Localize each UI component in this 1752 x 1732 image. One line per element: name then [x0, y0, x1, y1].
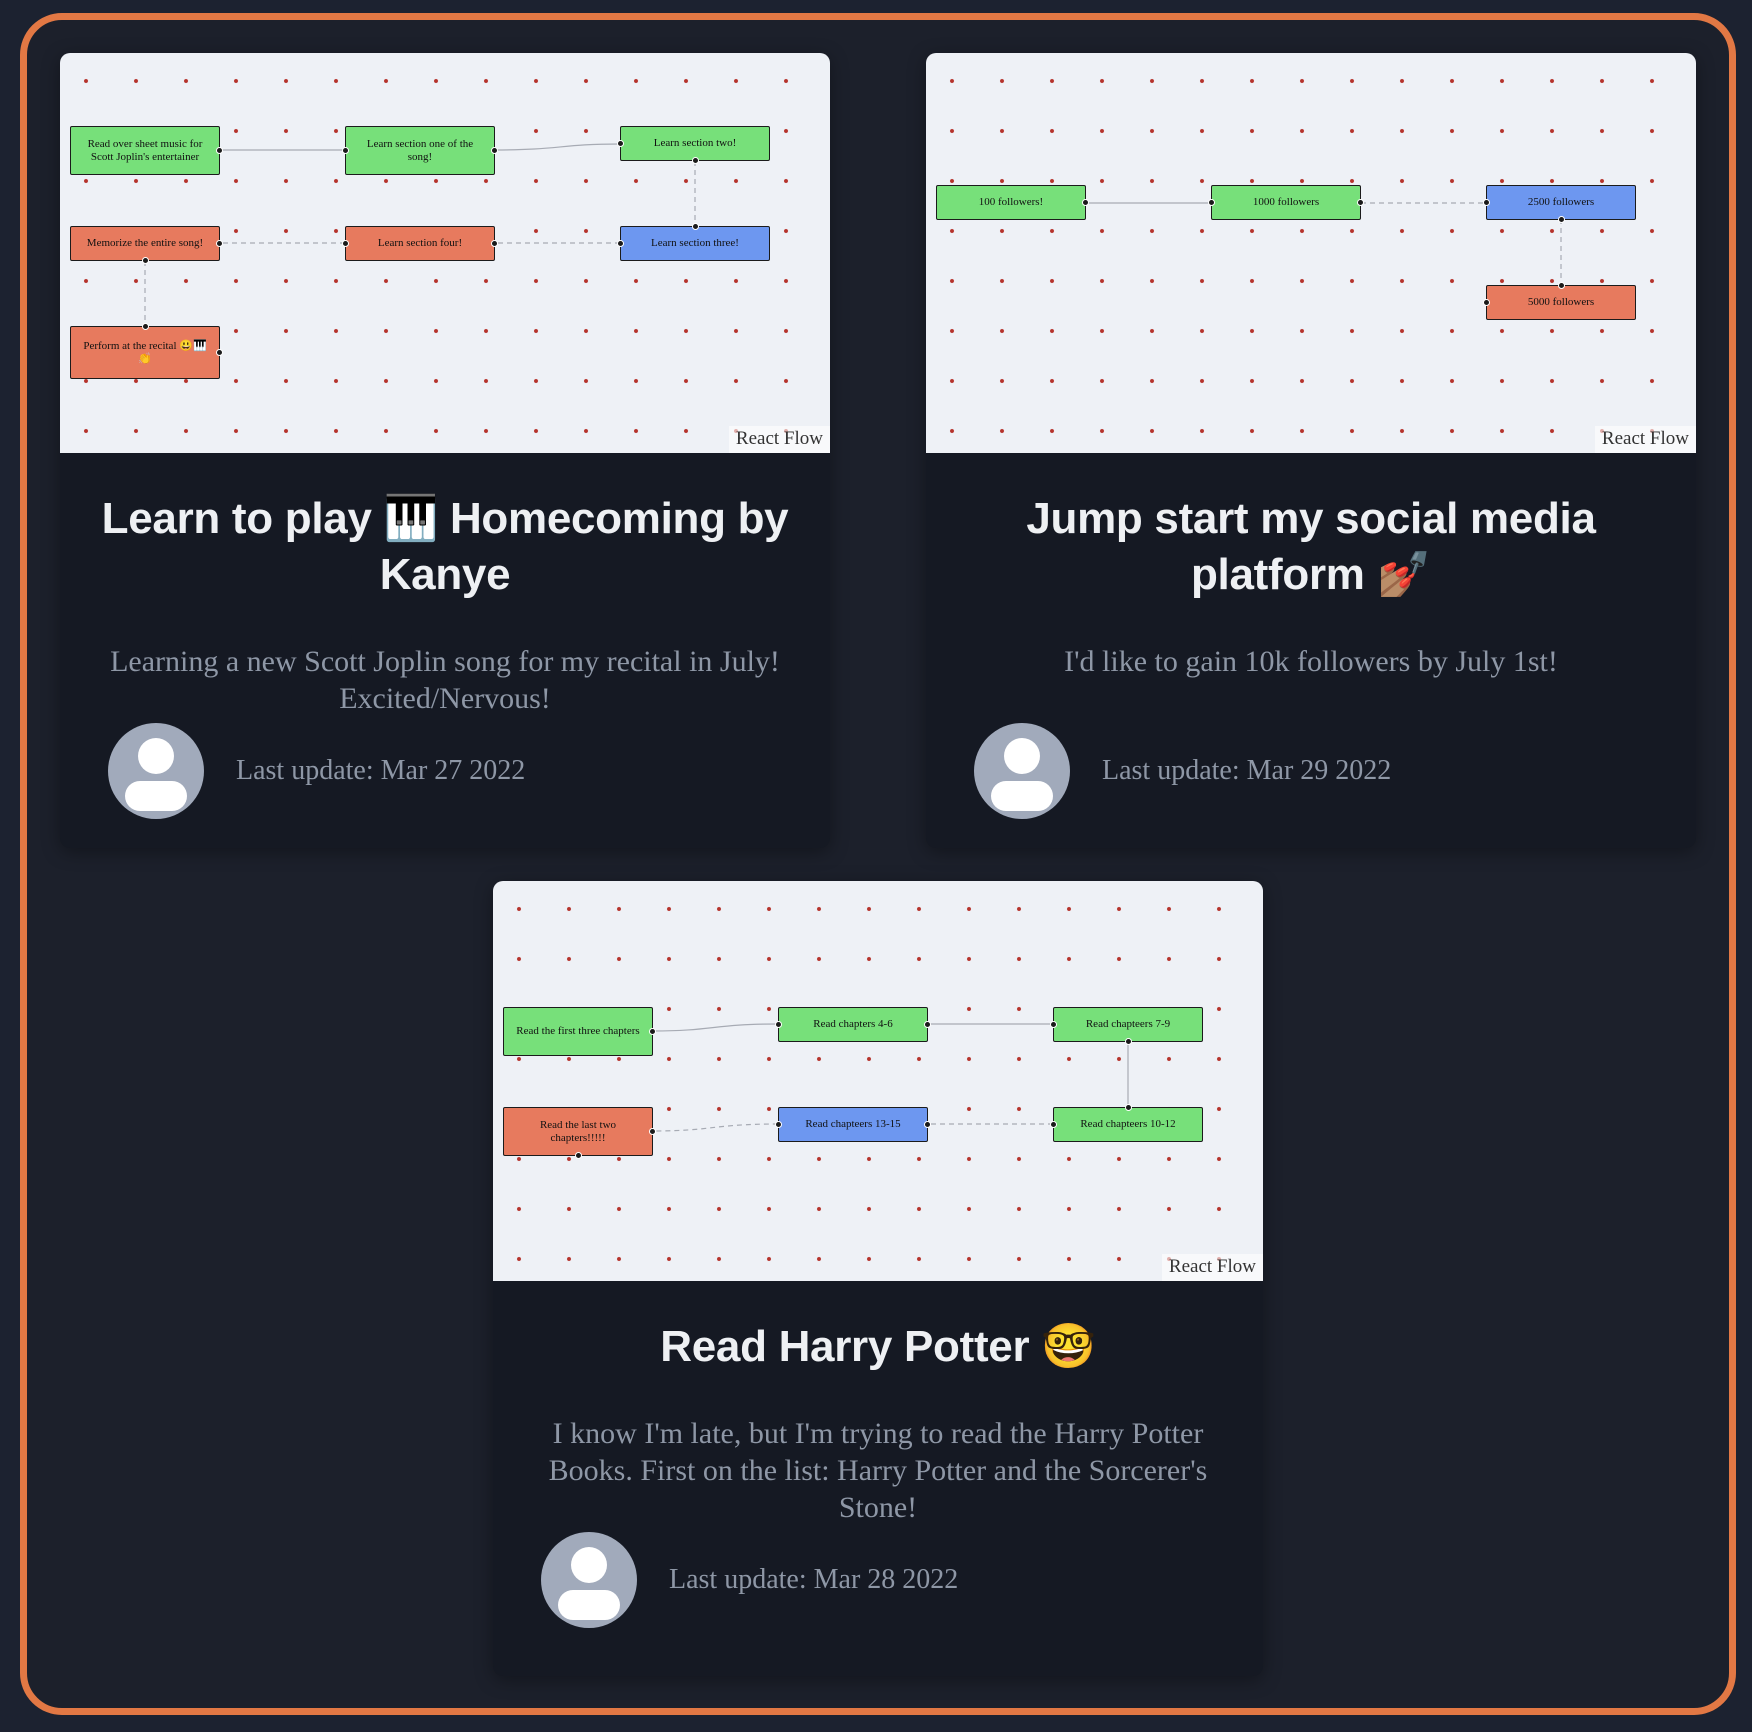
flow-node[interactable]: Learn section two!	[617, 126, 770, 164]
goal-card[interactable]: 100 followers! 1000 followers 2500 follo…	[926, 53, 1696, 848]
goal-card[interactable]: Read over sheet music for Scott Joplin's…	[60, 53, 830, 848]
node-handle[interactable]	[491, 147, 498, 154]
node-handle[interactable]	[1050, 1121, 1057, 1128]
react-flow-attribution[interactable]: React Flow	[1161, 1254, 1263, 1281]
flow-node-label: Read chapters 4-6	[813, 1018, 893, 1030]
last-update: Last update: Mar 27 2022	[236, 755, 526, 786]
flow-node[interactable]: Learn section one of the song!	[342, 126, 498, 175]
flow-node-label: Learn section two!	[653, 137, 737, 149]
flow-node[interactable]: Learn section four!	[342, 226, 498, 261]
node-handle[interactable]	[142, 323, 149, 330]
flow-canvas[interactable]: Read the first three chapters Read chapt…	[493, 881, 1263, 1281]
flow-node[interactable]: Learn section three!	[617, 223, 770, 261]
node-handle[interactable]	[575, 1152, 582, 1159]
node-handle[interactable]	[775, 1021, 782, 1028]
flow-canvas[interactable]: 100 followers! 1000 followers 2500 follo…	[926, 53, 1696, 453]
flow-node[interactable]: Read the last two chapters!!!!!	[503, 1107, 656, 1159]
goal-card[interactable]: Read the first three chapters Read chapt…	[493, 881, 1263, 1676]
node-handle[interactable]	[1125, 1038, 1132, 1045]
flow-edges	[1086, 202, 1562, 286]
node-handle[interactable]	[617, 140, 624, 147]
node-handle[interactable]	[617, 240, 624, 247]
node-handle[interactable]	[692, 157, 699, 164]
flow-node-label: Learn section three!	[651, 237, 739, 249]
flow-node-label: Read chapteers 7-9	[1085, 1018, 1171, 1030]
flow-node-label: Learn section four!	[377, 237, 463, 249]
node-handle[interactable]	[924, 1021, 931, 1028]
flow-node[interactable]: Read the first three chapters	[503, 1007, 656, 1056]
node-handle[interactable]	[1483, 199, 1490, 206]
card-footer: Last update: Mar 29 2022	[966, 723, 1656, 819]
flow-edges	[652, 1023, 1129, 1132]
flow-edge	[652, 1023, 779, 1032]
flow-node-label: 1000 followers	[1252, 196, 1320, 208]
flow-node-label: Read chapteers 10-12	[1080, 1118, 1176, 1130]
flow-node[interactable]: Read chapteers 13-15	[775, 1107, 931, 1142]
node-handle[interactable]	[1558, 216, 1565, 223]
flow-node[interactable]: Read chapters 4-6	[775, 1007, 931, 1042]
node-handle[interactable]	[216, 349, 223, 356]
flow-node[interactable]: 100 followers!	[936, 185, 1089, 220]
user-icon	[571, 1547, 607, 1583]
flow-node[interactable]: Memorize the entire song!	[70, 226, 223, 264]
node-handle[interactable]	[649, 1128, 656, 1135]
card-footer: Last update: Mar 27 2022	[100, 723, 790, 819]
node-handle[interactable]	[216, 147, 223, 154]
last-update: Last update: Mar 29 2022	[1102, 755, 1392, 786]
flow-node-label: Memorize the entire song!	[86, 237, 204, 249]
card-description: Learning a new Scott Joplin song for my …	[110, 645, 780, 715]
flow-node[interactable]: Perform at the recital 😃🎹👏	[70, 323, 223, 379]
avatar[interactable]	[108, 723, 204, 819]
node-handle[interactable]	[1125, 1104, 1132, 1111]
flow-canvas[interactable]: Read over sheet music for Scott Joplin's…	[60, 53, 830, 453]
flow-node[interactable]: Read chapteers 10-12	[1050, 1104, 1203, 1142]
flow-node[interactable]: Read over sheet music for Scott Joplin's…	[70, 126, 223, 175]
flow-node-label: 2500 followers	[1527, 196, 1595, 208]
node-handle[interactable]	[692, 223, 699, 230]
node-handle[interactable]	[775, 1121, 782, 1128]
node-handle[interactable]	[1483, 299, 1490, 306]
node-handle[interactable]	[649, 1028, 656, 1035]
flow-node-label: Read the last two chapters!!!!!	[539, 1118, 617, 1144]
node-handle[interactable]	[342, 147, 349, 154]
node-handle[interactable]	[142, 257, 149, 264]
react-flow-attribution[interactable]: React Flow	[728, 426, 830, 453]
card-footer: Last update: Mar 28 2022	[533, 1532, 1223, 1628]
card-title: Jump start my social media platform 💅🏽	[1026, 494, 1596, 599]
node-handle[interactable]	[924, 1121, 931, 1128]
card-description: I know I'm late, but I'm trying to read …	[548, 1417, 1208, 1524]
react-flow-attribution[interactable]: React Flow	[1594, 426, 1696, 453]
node-handle[interactable]	[1082, 199, 1089, 206]
node-handle[interactable]	[1558, 282, 1565, 289]
card-description: I'd like to gain 10k followers by July 1…	[1064, 645, 1558, 678]
user-icon	[138, 738, 174, 774]
flow-node-label: Learn section one of the song!	[366, 137, 474, 163]
node-handle[interactable]	[342, 240, 349, 247]
user-icon	[1004, 738, 1040, 774]
node-handle[interactable]	[491, 240, 498, 247]
flow-node[interactable]: 2500 followers	[1483, 185, 1636, 223]
avatar[interactable]	[974, 723, 1070, 819]
flow-node[interactable]: 1000 followers	[1208, 185, 1364, 220]
flow-node-label: Perform at the recital 😃🎹👏	[83, 339, 207, 365]
flow-node[interactable]: 5000 followers	[1483, 282, 1636, 320]
node-handle[interactable]	[1208, 199, 1215, 206]
flow-edge	[494, 143, 621, 151]
flow-edge	[652, 1123, 779, 1132]
last-update: Last update: Mar 28 2022	[669, 1564, 959, 1595]
flow-node-label: Read over sheet music for Scott Joplin's…	[87, 137, 203, 163]
avatar[interactable]	[541, 1532, 637, 1628]
node-handle[interactable]	[1357, 199, 1364, 206]
card-title: Learn to play 🎹 Homecoming by Kanye	[101, 494, 789, 599]
card-title: Read Harry Potter 🤓	[660, 1322, 1096, 1371]
flow-node-label: 5000 followers	[1527, 296, 1595, 308]
node-handle[interactable]	[1050, 1021, 1057, 1028]
node-handle[interactable]	[216, 240, 223, 247]
flow-node-label: Read the first three chapters	[516, 1025, 640, 1037]
flow-node-label: Read chapteers 13-15	[805, 1118, 901, 1130]
flow-node[interactable]: Read chapteers 7-9	[1050, 1007, 1203, 1045]
flow-node-label: 100 followers!	[978, 196, 1044, 208]
